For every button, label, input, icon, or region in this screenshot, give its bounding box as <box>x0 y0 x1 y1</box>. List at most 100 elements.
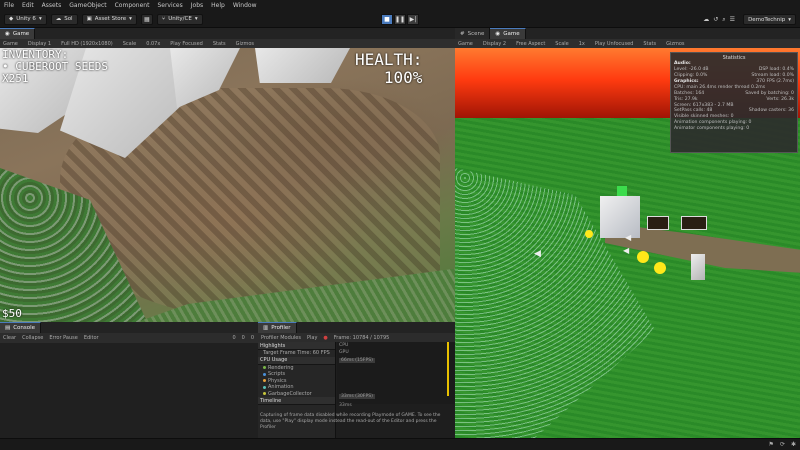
timeline-section[interactable]: Timeline <box>258 397 335 405</box>
frame-marker[interactable] <box>447 342 449 396</box>
tab-profiler[interactable]: ▥ Profiler <box>258 322 297 333</box>
health-value: 100% <box>383 68 423 87</box>
add-button[interactable]: ☁ Sol <box>50 13 78 25</box>
target-frame-time[interactable]: Target Frame Time: 60 FPS <box>258 350 335 357</box>
sun-icon <box>585 230 593 238</box>
aspect-dropdown[interactable]: Free Aspect <box>516 41 545 47</box>
progress-icon[interactable]: ⟳ <box>780 441 785 448</box>
layers-icon[interactable]: ☰ <box>730 16 735 23</box>
console-log-area[interactable] <box>0 343 258 438</box>
display-dropdown[interactable]: Display 2 <box>483 41 506 47</box>
asset-store-button[interactable]: ▣ Asset Store ▾ <box>81 13 137 25</box>
stats-verts: Verts: 26.3k <box>766 96 794 102</box>
chevron-down-icon: ▾ <box>38 16 42 22</box>
menu-services[interactable]: Services <box>157 2 182 9</box>
step-button[interactable]: ▶| <box>407 14 419 25</box>
tab-console[interactable]: ▤ Console <box>0 322 42 333</box>
stone-block <box>255 48 350 83</box>
menu-edit[interactable]: Edit <box>22 2 34 9</box>
tab-console-label: Console <box>13 325 36 331</box>
version-control-button[interactable]: ⑂ Unity/CE ▾ <box>156 13 203 25</box>
bug-icon[interactable]: ✱ <box>791 441 796 448</box>
error-pause-button[interactable]: Error Pause <box>49 335 77 341</box>
editor-dropdown[interactable]: Editor <box>84 335 99 341</box>
info-count[interactable]: 0 <box>232 335 235 341</box>
record-icon[interactable]: ● <box>323 335 327 341</box>
cpu-usage-section[interactable]: CPU Usage <box>258 356 335 365</box>
highlights-section[interactable]: Highlights <box>258 342 335 350</box>
crop-plot <box>681 216 707 230</box>
stats-animator-components: Animator components playing: 0 <box>674 126 750 132</box>
display-dropdown[interactable]: Display 1 <box>28 41 51 47</box>
profiler-modules-dropdown[interactable]: Profiler Modules <box>261 335 301 341</box>
profiler-toolbar: Profiler Modules Play ● Frame: 10784 / 1… <box>258 333 455 342</box>
cloud-services-icon[interactable]: ☁ <box>703 16 709 23</box>
menu-help[interactable]: Help <box>211 2 225 9</box>
profiler-chart[interactable]: CPU GPU 66ms (15FPS) 33ms (30FPS) 33ms <box>337 342 455 408</box>
play-button[interactable]: ■ <box>381 14 393 25</box>
chevron-down-icon: ▾ <box>788 16 791 23</box>
legend-swatch <box>263 366 266 370</box>
scale-value[interactable]: 1x <box>579 41 585 47</box>
profiler-tabbar: ▥ Profiler <box>258 322 455 333</box>
frame-counter: Frame: 10784 / 10795 <box>333 334 390 341</box>
profiler-body: Highlights Target Frame Time: 60 FPS CPU… <box>258 342 455 438</box>
console-tabbar: ▤ Console <box>0 322 258 333</box>
warning-count[interactable]: 0 <box>242 335 245 341</box>
search-icon[interactable]: ⌕ <box>722 16 725 24</box>
layout-dropdown[interactable]: DemoTechnip ▾ <box>743 14 796 25</box>
menu-gameobject[interactable]: GameObject <box>69 2 106 9</box>
tab-game-2[interactable]: ◉ Game <box>490 28 526 39</box>
player-marker <box>617 186 627 196</box>
stats-toggle[interactable]: Stats <box>213 41 226 47</box>
gizmos-dropdown[interactable]: Gizmos <box>666 41 684 47</box>
menu-component[interactable]: Component <box>115 2 150 9</box>
grid-button[interactable]: ▦ <box>140 13 153 25</box>
legend-swatch <box>263 372 266 376</box>
asset-store-label: Asset Store <box>94 16 127 22</box>
branch-icon: ⑂ <box>161 16 166 22</box>
pause-button[interactable]: ❚❚ <box>394 14 406 25</box>
tab-game-2-label: Game <box>503 31 520 37</box>
stats-shadow-casters: Shadow casters: 36 <box>748 108 794 114</box>
error-count[interactable]: 0 <box>251 335 254 341</box>
menu-file[interactable]: File <box>4 2 14 9</box>
account-button[interactable]: ◆ Unity 6 ▾ <box>4 13 47 25</box>
speaker-icon: ◀ <box>534 249 541 259</box>
clear-button[interactable]: Clear <box>3 335 16 341</box>
chart-label-timeline-ms: 33ms <box>339 403 352 408</box>
chart-label-bottom-ms: 33ms (30FPS) <box>339 394 375 399</box>
profiler-note: Capturing of frame data disabled while r… <box>260 413 441 430</box>
menu-window[interactable]: Window <box>233 2 257 9</box>
module-label: Physics <box>268 377 287 384</box>
gizmos-dropdown[interactable]: Gizmos <box>236 41 254 47</box>
tab-game[interactable]: ◉ Game <box>0 28 36 39</box>
game-mode-dropdown[interactable]: Game <box>3 41 18 47</box>
inventory-count: X251 <box>2 72 29 85</box>
module-label: GarbageCollector <box>268 390 312 397</box>
account-label: Unity 6 <box>16 16 36 22</box>
sun-icon <box>654 262 666 274</box>
menu-jobs[interactable]: Jobs <box>191 2 203 9</box>
menu-assets[interactable]: Assets <box>42 2 62 9</box>
scale-value[interactable]: 0.07x <box>146 41 160 47</box>
chart-label-cpu: CPU <box>339 343 349 348</box>
collapse-button[interactable]: Collapse <box>22 335 43 341</box>
console-icon: ▤ <box>5 325 11 331</box>
play-unfocused-dropdown[interactable]: Play Unfocused <box>595 41 633 47</box>
statistics-overlay: Statistics Audio: Level: -26.0 dB DSP lo… <box>670 52 798 153</box>
collab-icon[interactable]: ⚑ <box>769 441 774 448</box>
game-mode-dropdown[interactable]: Game <box>458 41 473 47</box>
grid-icon: ▦ <box>144 15 150 23</box>
play-focused-dropdown[interactable]: Play Focused <box>170 41 203 47</box>
history-icon[interactable]: ↺ <box>713 16 718 23</box>
stats-toggle[interactable]: Stats <box>643 41 656 47</box>
play-mode-dropdown[interactable]: Play <box>307 335 317 341</box>
resolution-dropdown[interactable]: Full HD (1920x1080) <box>61 41 113 47</box>
game-viewport[interactable] <box>0 48 455 322</box>
tab-scene[interactable]: # Scene <box>455 28 491 39</box>
speaker-icon: ◀ <box>623 246 630 255</box>
game-tabbar: ◉ Game <box>0 28 455 39</box>
module-label: Scripts <box>268 371 286 378</box>
scale-label: Scale <box>122 40 137 47</box>
